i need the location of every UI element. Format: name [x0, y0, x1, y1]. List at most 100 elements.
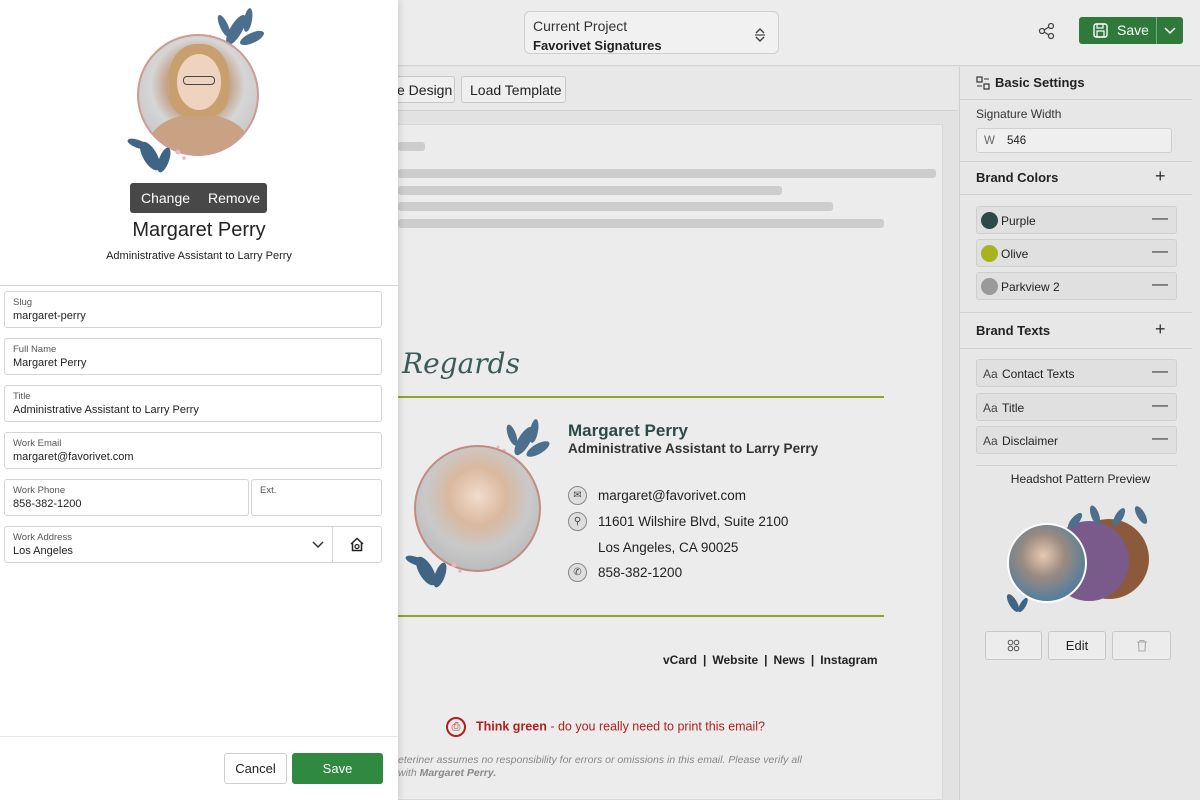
address-home-button[interactable] — [332, 526, 382, 563]
work-phone-value: 858-382-1200 — [13, 498, 82, 510]
edit-person-panel: Change Remove Margaret Perry Administrat… — [0, 0, 398, 800]
placeholder-line — [398, 219, 884, 228]
add-brand-text-button[interactable]: + — [1155, 319, 1166, 340]
slug-label: Slug — [13, 297, 33, 308]
envelope-icon: ✉ — [568, 486, 587, 505]
signature-width-input[interactable]: W 546 — [976, 128, 1172, 153]
color-swatch — [981, 278, 998, 295]
brand-color-name: Olive — [1001, 247, 1029, 261]
link-news[interactable]: News — [774, 653, 805, 667]
delete-pattern-button[interactable] — [1112, 631, 1171, 660]
remove-text-button[interactable]: — — [1152, 397, 1168, 415]
brand-color-name: Purple — [1001, 214, 1036, 228]
brand-color-item[interactable]: Purple — — [976, 206, 1177, 234]
avatar-glasses — [183, 76, 215, 85]
edit-pattern-button[interactable]: Edit — [1048, 631, 1106, 660]
change-photo-button[interactable]: Change — [141, 190, 190, 206]
disclaimer-text: eteriner assumes no responsibility for e… — [398, 754, 868, 780]
signature-email: margaret@favorivet.com — [598, 488, 746, 503]
width-prefix: W — [984, 135, 995, 147]
signature-address-line2: Los Angeles, CA 90025 — [598, 540, 739, 555]
pattern-grid-button[interactable] — [985, 631, 1042, 660]
basic-settings-title: Basic Settings — [995, 75, 1085, 90]
trash-icon — [1136, 639, 1147, 652]
work-address-label: Work Address — [13, 532, 72, 543]
work-address-value: Los Angeles — [13, 545, 73, 557]
placeholder-line — [398, 142, 425, 151]
divider — [0, 285, 398, 286]
ext-label: Ext. — [260, 485, 277, 496]
brand-color-item[interactable]: Parkview 2 — — [976, 272, 1177, 300]
title-label: Title — [13, 391, 31, 402]
divider — [960, 312, 1192, 313]
map-pin-icon: ⚲ — [568, 512, 587, 531]
brand-color-item[interactable]: Olive — — [976, 239, 1177, 267]
work-email-field[interactable]: Work Email margaret@favorivet.com — [4, 432, 382, 469]
cancel-button[interactable]: Cancel — [224, 753, 287, 784]
person-title: Administrative Assistant to Larry Perry — [106, 250, 292, 262]
brand-colors-title: Brand Colors — [976, 170, 1059, 185]
project-label: Current Project — [533, 18, 628, 34]
ext-field[interactable]: Ext. — [251, 479, 382, 516]
settings-panel: Basic Settings Signature Width W 546 Bra… — [959, 67, 1200, 800]
load-template-button[interactable]: Load Template — [461, 76, 566, 103]
work-phone-field[interactable]: Work Phone 858-382-1200 — [4, 479, 249, 516]
person-name: Margaret Perry — [132, 219, 266, 241]
brand-text-item[interactable]: Aa Title — — [976, 393, 1177, 421]
text-style-icon: Aa — [983, 367, 998, 381]
brand-text-item[interactable]: Aa Contact Texts — — [976, 359, 1177, 387]
placeholder-line — [398, 202, 833, 211]
leaf-decoration — [405, 555, 462, 588]
title-field[interactable]: Title Administrative Assistant to Larry … — [4, 385, 382, 422]
work-email-value: margaret@favorivet.com — [13, 451, 134, 463]
save-button[interactable]: Save — [292, 753, 383, 784]
top-save-label: Save — [1117, 22, 1149, 38]
work-phone-label: Work Phone — [13, 485, 66, 496]
divider — [960, 161, 1192, 162]
disclaimer-line2-bold: Margaret Perry. — [419, 767, 497, 779]
chevron-down-icon — [312, 541, 324, 549]
remove-photo-button[interactable]: Remove — [208, 190, 260, 206]
remove-color-button[interactable]: — — [1152, 276, 1168, 294]
signature-address-line1: 11601 Wilshire Blvd, Suite 2100 — [598, 514, 789, 529]
divider — [960, 99, 1192, 100]
brand-color-name: Parkview 2 — [1001, 280, 1060, 294]
brand-text-name: Contact Texts — [1002, 367, 1075, 381]
signature-phone: 858-382-1200 — [598, 565, 683, 580]
full-name-field[interactable]: Full Name Margaret Perry — [4, 338, 382, 375]
project-name: Favorivet Signatures — [533, 38, 662, 53]
editor-toolbar: e Design Load Template — [388, 67, 958, 111]
design-button[interactable]: e Design — [388, 76, 455, 103]
signature-title: Administrative Assistant to Larry Perry — [568, 441, 819, 456]
link-website[interactable]: Website — [712, 653, 758, 667]
headshot-pattern-preview — [1005, 505, 1155, 617]
share-icon[interactable] — [1038, 22, 1056, 40]
disclaimer-line1: eteriner assumes no responsibility for e… — [398, 754, 802, 766]
signature-name: Margaret Perry — [568, 421, 689, 440]
think-green-bold: Think green — [476, 719, 547, 734]
remove-color-button[interactable]: — — [1152, 243, 1168, 261]
add-brand-color-button[interactable]: + — [1155, 166, 1166, 187]
link-vcard[interactable]: vCard — [663, 653, 697, 667]
divider — [960, 348, 1192, 349]
slug-field[interactable]: Slug margaret-perry — [4, 291, 382, 328]
full-name-value: Margaret Perry — [13, 357, 87, 369]
regards-text: Regards — [402, 347, 520, 380]
remove-text-button[interactable]: — — [1152, 430, 1168, 448]
chevron-down-icon[interactable] — [1164, 25, 1176, 35]
work-address-select[interactable]: Work Address Los Angeles — [4, 526, 333, 563]
project-selector[interactable]: Current Project Favorivet Signatures — [524, 11, 779, 54]
brand-text-item[interactable]: Aa Disclaimer — — [976, 426, 1177, 454]
link-instagram[interactable]: Instagram — [820, 653, 877, 667]
signature-canvas: Regards Margaret Perry Administrative As… — [398, 112, 958, 800]
phone-icon: ✆ — [568, 563, 587, 582]
title-value: Administrative Assistant to Larry Perry — [13, 404, 199, 416]
color-swatch — [981, 212, 998, 229]
home-icon — [350, 537, 364, 552]
bottom-divider-line — [398, 615, 884, 617]
top-save-button[interactable]: Save — [1079, 17, 1183, 44]
photo-actions: Change Remove — [130, 183, 267, 213]
remove-text-button[interactable]: — — [1152, 363, 1168, 381]
remove-color-button[interactable]: — — [1152, 210, 1168, 228]
color-swatch — [981, 245, 998, 262]
